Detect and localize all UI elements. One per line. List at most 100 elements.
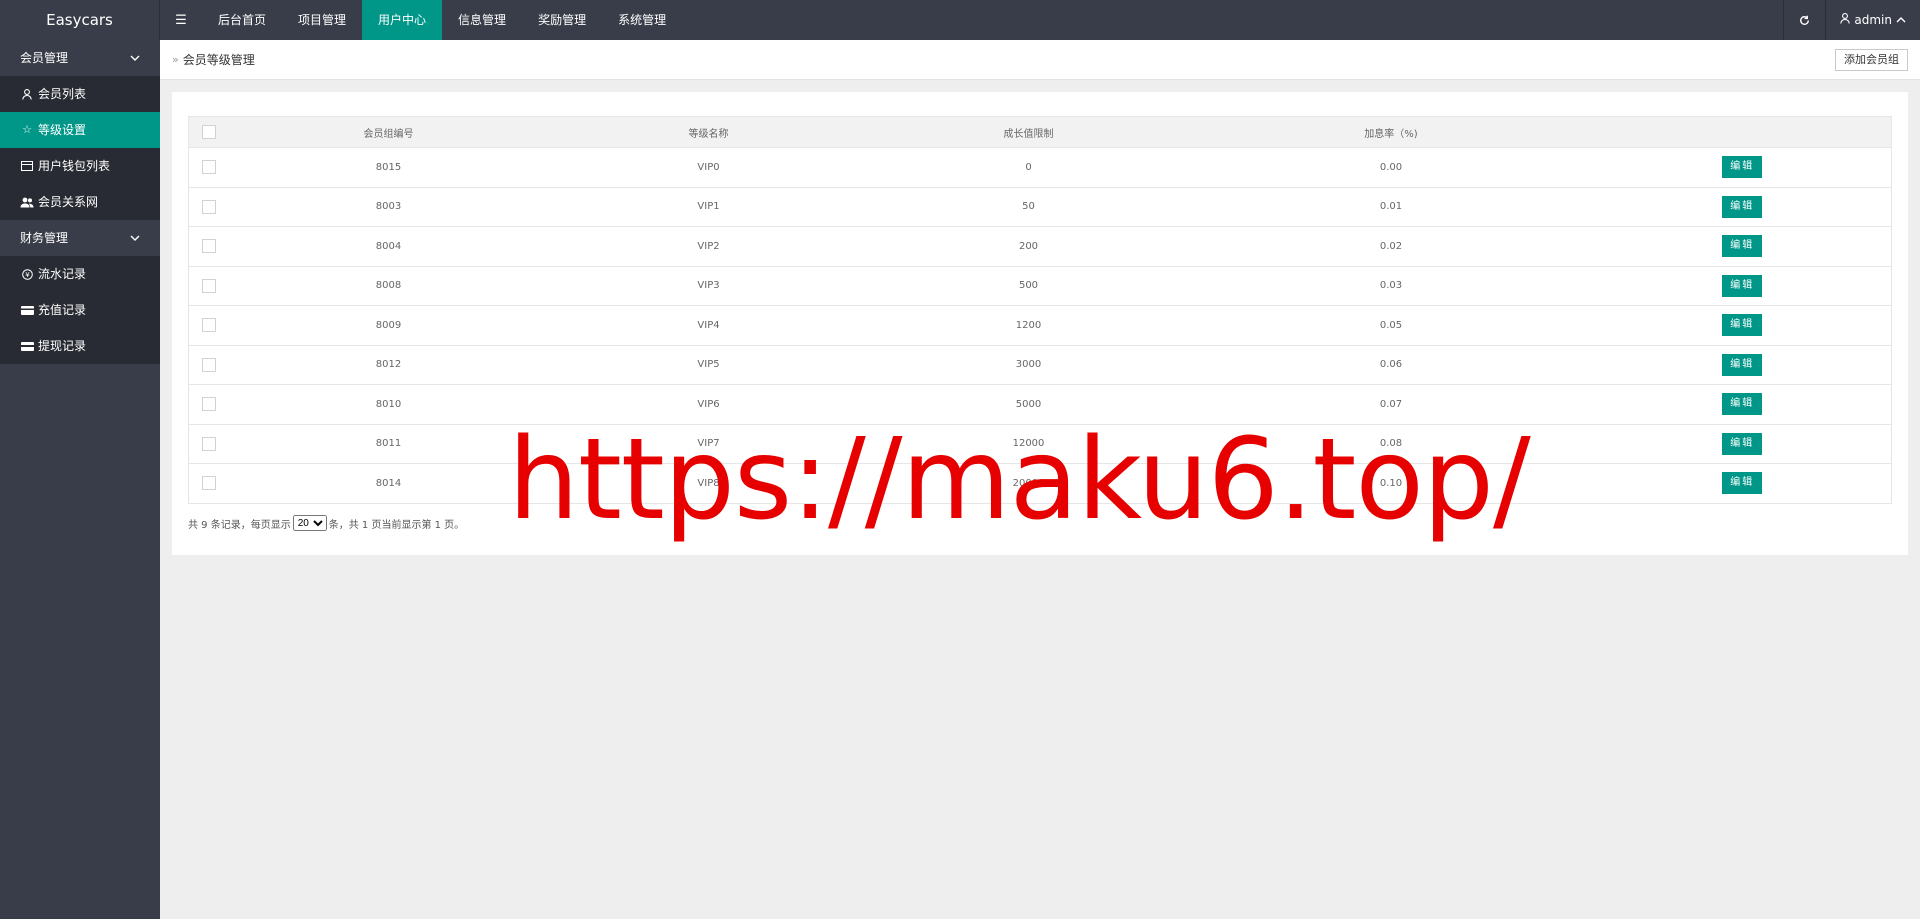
cell-actions: 编辑 — [1593, 147, 1892, 188]
row-checkbox[interactable] — [201, 436, 216, 451]
sidebar-item-recharge[interactable]: 充值记录 — [0, 292, 160, 328]
cell-growth-limit: 3000 — [868, 345, 1189, 385]
table-row: 8012 VIP5 3000 0.06 编辑 — [188, 345, 1892, 385]
sidebar-item-member-network[interactable]: 会员关系网 — [0, 184, 160, 220]
table-row: 8004 VIP2 200 0.02 编辑 — [188, 226, 1892, 267]
select-all-cell — [188, 116, 229, 148]
row-checkbox-cell — [188, 345, 229, 385]
cell-growth-limit: 0 — [868, 147, 1189, 188]
sidebar-group-label: 会员管理 — [20, 51, 69, 65]
cell-interest-rate: 0.01 — [1188, 187, 1594, 227]
cell-actions: 编辑 — [1593, 266, 1892, 306]
table-row: 8009 VIP4 1200 0.05 编辑 — [188, 305, 1892, 346]
cell-actions: 编辑 — [1593, 463, 1892, 504]
edit-button[interactable]: 编辑 — [1722, 235, 1763, 258]
cell-actions: 编辑 — [1593, 187, 1892, 227]
sidebar-item-label: 充值记录 — [38, 303, 87, 317]
sidebar: 会员管理 会员列表 ☆ 等级设置 用户钱包列表 会员关系网 财务管理 ¥ 流水记… — [0, 40, 160, 919]
col-actions — [1593, 116, 1892, 148]
star-icon: ☆ — [22, 123, 32, 136]
row-checkbox[interactable] — [201, 160, 216, 175]
sidebar-group-members[interactable]: 会员管理 — [0, 40, 160, 76]
card-icon — [20, 305, 34, 315]
row-checkbox[interactable] — [201, 318, 216, 333]
cell-group-id: 8009 — [228, 305, 549, 346]
cell-level-name: VIP1 — [548, 187, 869, 227]
row-checkbox-cell — [188, 266, 229, 306]
cell-group-id: 8008 — [228, 266, 549, 306]
money-icon: ¥ — [20, 268, 34, 280]
cell-actions: 编辑 — [1593, 345, 1892, 385]
table-row: 8015 VIP0 0 0.00 编辑 — [188, 147, 1892, 188]
edit-button[interactable]: 编辑 — [1722, 353, 1763, 376]
cell-interest-rate: 0.00 — [1188, 147, 1594, 188]
top-bar: Easycars ☰ 后台首页 项目管理 用户中心 信息管理 奖励管理 系统管理… — [0, 0, 1920, 40]
username: admin — [1854, 13, 1892, 27]
sidebar-item-label: 用户钱包列表 — [38, 159, 111, 173]
row-checkbox-cell — [188, 147, 229, 188]
edit-button[interactable]: 编辑 — [1722, 472, 1763, 495]
cell-actions: 编辑 — [1593, 424, 1892, 464]
cell-growth-limit: 1200 — [868, 305, 1189, 346]
app-logo[interactable]: Easycars — [0, 0, 160, 40]
row-checkbox-cell — [188, 305, 229, 346]
add-member-group-button[interactable]: 添加会员组 — [1835, 49, 1908, 71]
sidebar-item-withdraw[interactable]: 提现记录 — [0, 328, 160, 364]
row-checkbox[interactable] — [201, 357, 216, 372]
cell-actions: 编辑 — [1593, 305, 1892, 346]
sidebar-item-label: 会员列表 — [38, 87, 87, 101]
sidebar-item-transactions[interactable]: ¥ 流水记录 — [0, 256, 160, 292]
nav-item-user-center[interactable]: 用户中心 — [362, 0, 443, 40]
cell-level-name: VIP4 — [548, 305, 869, 346]
sidebar-group-finance[interactable]: 财务管理 — [0, 220, 160, 256]
row-checkbox-cell — [188, 226, 229, 267]
row-checkbox[interactable] — [201, 199, 216, 214]
col-growth-limit: 成长值限制 — [868, 116, 1189, 148]
cell-actions: 编辑 — [1593, 384, 1892, 425]
edit-button[interactable]: 编辑 — [1722, 314, 1763, 337]
nav-item-home[interactable]: 后台首页 — [202, 0, 282, 40]
cell-level-name: VIP3 — [548, 266, 869, 306]
credit-card-icon — [20, 341, 34, 351]
sidebar-item-level-settings[interactable]: ☆ 等级设置 — [0, 112, 160, 148]
table-header-row: 会员组编号 等级名称 成长值限制 加息率（%) — [188, 116, 1892, 148]
row-checkbox[interactable] — [201, 278, 216, 293]
nav-item-system[interactable]: 系统管理 — [602, 0, 682, 40]
edit-button[interactable]: 编辑 — [1722, 393, 1763, 416]
pager-prefix: 共 9 条记录，每页显示 — [188, 519, 291, 531]
edit-button[interactable]: 编辑 — [1722, 156, 1763, 179]
edit-button[interactable]: 编辑 — [1722, 432, 1763, 455]
row-checkbox[interactable] — [201, 239, 216, 254]
cell-level-name: VIP5 — [548, 345, 869, 385]
select-all-checkbox[interactable] — [201, 125, 216, 139]
edit-button[interactable]: 编辑 — [1722, 274, 1763, 297]
sidebar-item-member-list[interactable]: 会员列表 — [0, 76, 160, 112]
cell-group-id: 8010 — [228, 384, 549, 425]
row-checkbox[interactable] — [201, 397, 216, 412]
edit-button[interactable]: 编辑 — [1722, 195, 1763, 218]
nav-item-rewards[interactable]: 奖励管理 — [522, 0, 602, 40]
sidebar-item-label: 流水记录 — [38, 267, 87, 281]
refresh-icon[interactable] — [1783, 0, 1825, 40]
top-nav: ☰ 后台首页 项目管理 用户中心 信息管理 奖励管理 系统管理 — [160, 0, 682, 40]
pagination-info: 共 9 条记录，每页显示 20 条，共 1 页当前显示第 1 页。 — [188, 515, 464, 531]
breadcrumb: » 会员等级管理 添加会员组 — [160, 40, 1920, 80]
sidebar-group-label: 财务管理 — [20, 231, 69, 245]
sidebar-item-label: 提现记录 — [38, 339, 87, 353]
cell-actions: 编辑 — [1593, 226, 1892, 267]
cell-group-id: 8015 — [228, 147, 549, 188]
cell-group-id: 8003 — [228, 187, 549, 227]
user-menu[interactable]: admin — [1825, 0, 1920, 40]
page-size-select[interactable]: 20 — [292, 515, 327, 531]
table-row: 8008 VIP3 500 0.03 编辑 — [188, 266, 1892, 306]
chevron-down-icon — [130, 220, 140, 256]
nav-item-projects[interactable]: 项目管理 — [282, 0, 362, 40]
right-nav: admin — [1783, 0, 1920, 40]
menu-icon[interactable]: ☰ — [160, 0, 202, 40]
row-checkbox[interactable] — [201, 476, 216, 491]
cell-group-id: 8012 — [228, 345, 549, 385]
cell-level-name: VIP2 — [548, 226, 869, 267]
sidebar-item-wallet-list[interactable]: 用户钱包列表 — [0, 148, 160, 184]
nav-item-info[interactable]: 信息管理 — [442, 0, 522, 40]
col-level-name: 等级名称 — [548, 116, 869, 148]
